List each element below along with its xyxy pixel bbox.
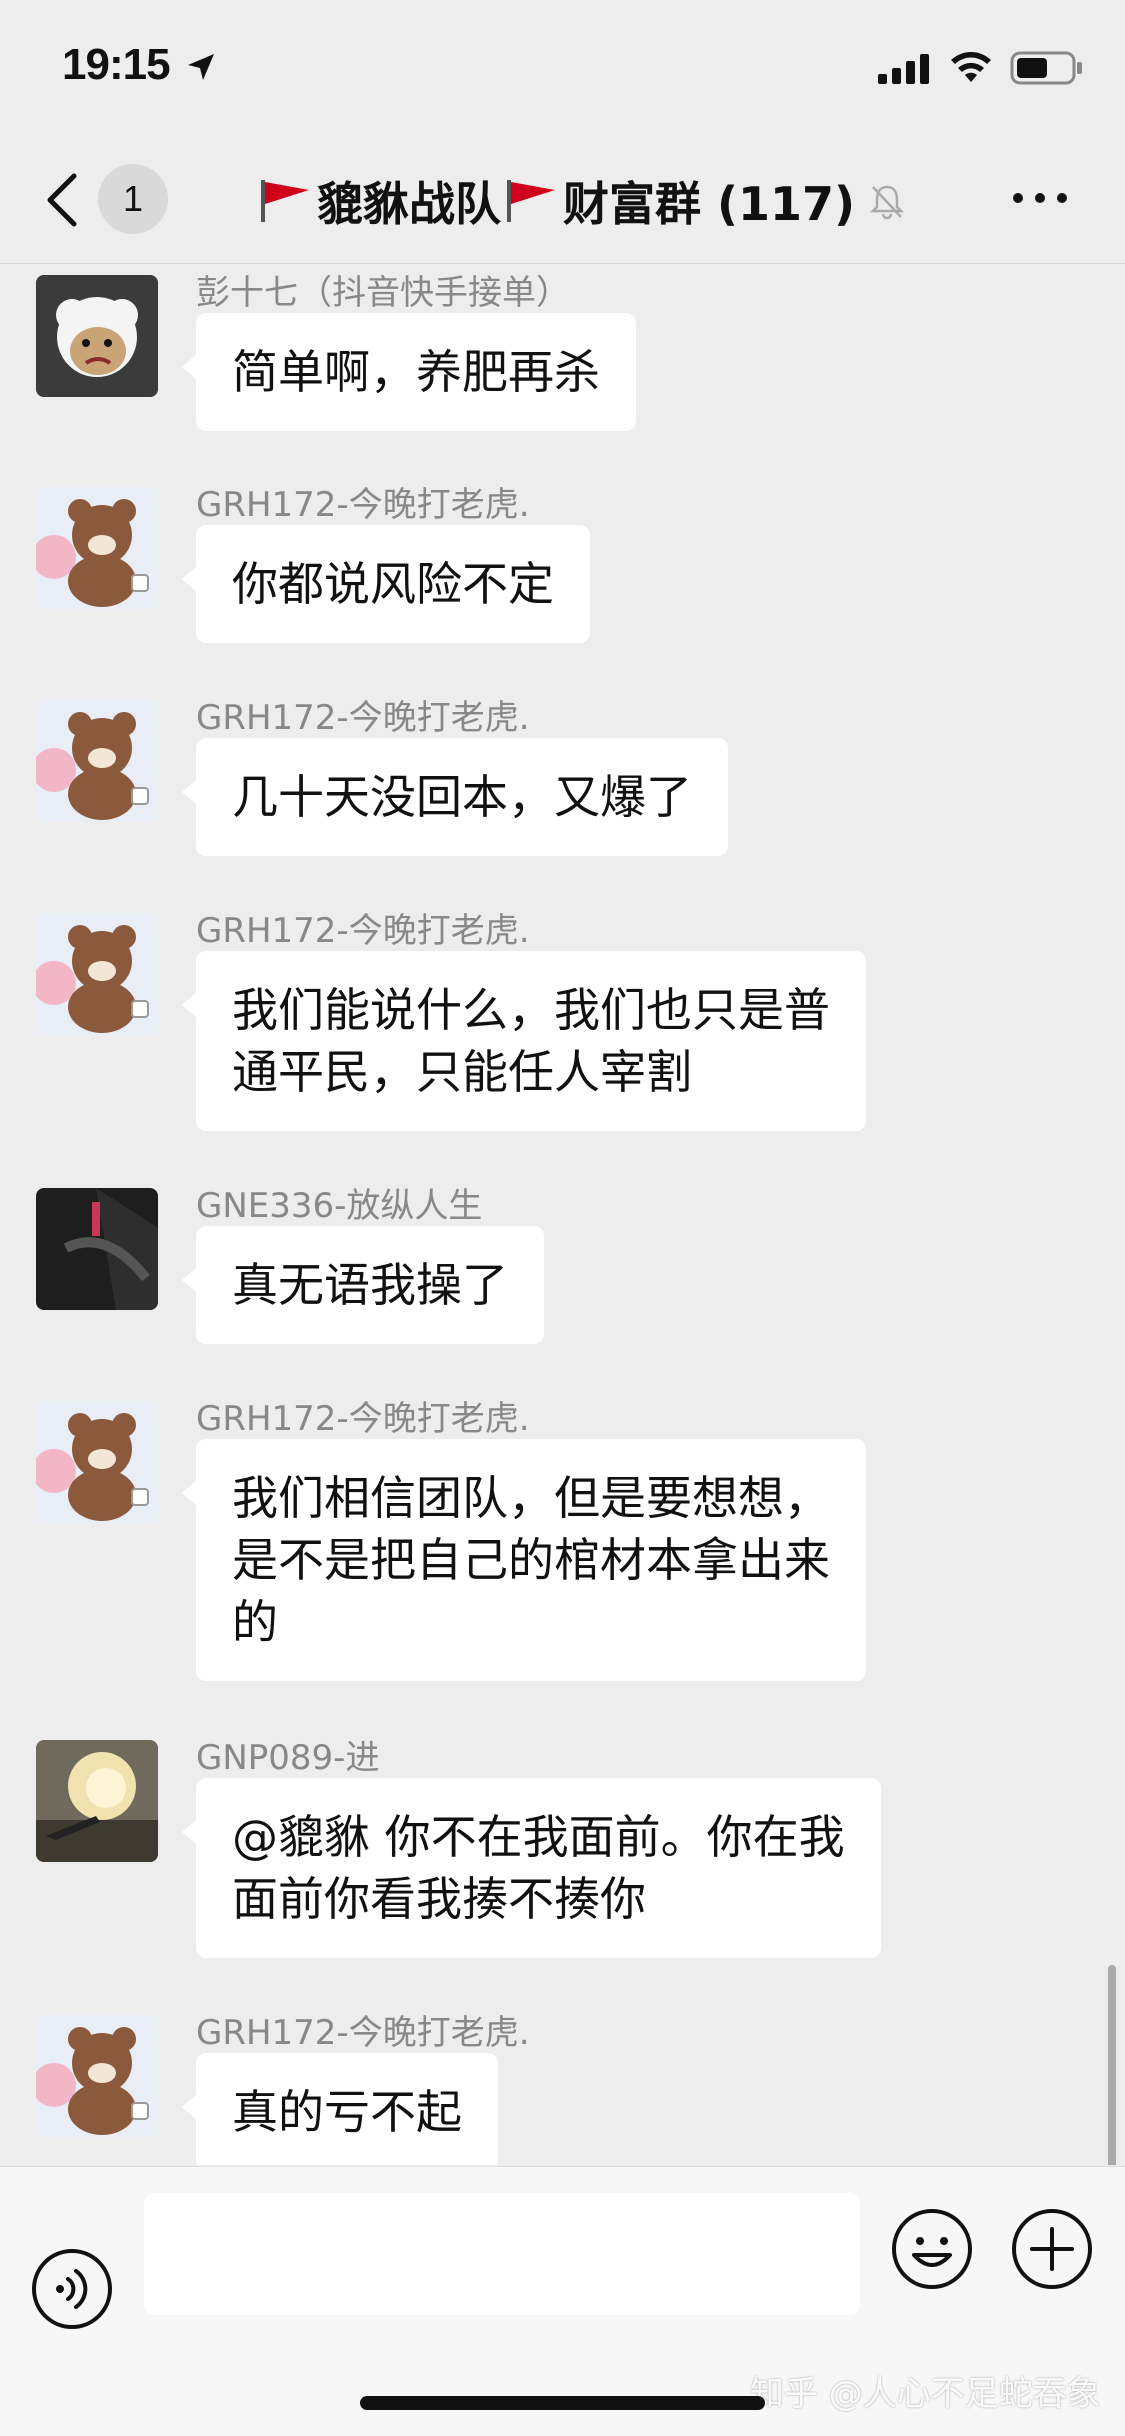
message-line: @貔貅 你不在我面前。你在我 (232, 1810, 845, 1864)
sender-name: GNP089-进 (196, 1738, 380, 1778)
bear-avatar[interactable] (36, 700, 158, 822)
message-line: 通平民，只能任人宰割 (232, 1045, 692, 1099)
cellular-signal-icon (878, 54, 929, 84)
sheep-avatar-icon (36, 275, 158, 397)
message-list[interactable]: 彭十七（抖音快手接单） 简单啊，养肥再杀 GRH172-今晚打老虎. 你都说风险… (0, 265, 1125, 2165)
chat-title-part2: 财富群 (117) (563, 177, 856, 231)
plus-icon[interactable] (1010, 2207, 1094, 2291)
message-bubble[interactable]: @貔貅 你不在我面前。你在我 面前你看我揍不揍你 (182, 1778, 881, 1958)
bear-avatar-icon (36, 1401, 158, 1523)
dark-photo-avatar-icon (36, 1188, 158, 1310)
voice-input-icon[interactable] (30, 2247, 114, 2331)
message-line: 面前你看我揍不揍你 (232, 1872, 646, 1926)
battery-icon (1010, 51, 1082, 85)
red-flag-icon (261, 180, 309, 222)
home-indicator[interactable] (360, 2396, 765, 2410)
bear-avatar[interactable] (36, 487, 158, 609)
message-line: 我们相信团队，但是要想想， (232, 1471, 830, 1525)
message-bubble[interactable]: 我们相信团队，但是要想想， 是不是把自己的棺材本拿出来 的 (182, 1439, 866, 1681)
back-chevron-icon[interactable] (44, 172, 80, 228)
bear-avatar-icon (36, 2015, 158, 2137)
bear-avatar[interactable] (36, 1401, 158, 1523)
wifi-icon (951, 52, 991, 82)
bear-avatar-icon (36, 700, 158, 822)
message-bubble[interactable]: 简单啊，养肥再杀 (182, 313, 636, 431)
message-bubble[interactable]: 真的亏不起 (182, 2053, 498, 2165)
sender-name: GRH172-今晚打老虎. (196, 1399, 530, 1439)
message-bubble[interactable]: 几十天没回本，又爆了 (182, 738, 728, 856)
sender-name: GRH172-今晚打老虎. (196, 2013, 530, 2053)
message-line: 真无语我操了 (232, 1258, 508, 1312)
explosion-photo-avatar[interactable] (36, 1740, 158, 1862)
scroll-indicator[interactable] (1108, 1965, 1116, 2165)
message-bubble[interactable]: 你都说风险不定 (182, 525, 590, 643)
message-line: 你都说风险不定 (232, 557, 554, 611)
sender-name: GRH172-今晚打老虎. (196, 911, 530, 951)
message-bubble[interactable]: 真无语我操了 (182, 1226, 544, 1344)
bear-avatar-icon (36, 487, 158, 609)
sender-name: GRH172-今晚打老虎. (196, 485, 530, 525)
dark-photo-avatar[interactable] (36, 1188, 158, 1310)
location-arrow-icon (188, 54, 214, 80)
bear-avatar[interactable] (36, 913, 158, 1035)
bear-avatar-icon (36, 913, 158, 1035)
sender-name: GRH172-今晚打老虎. (196, 698, 530, 738)
message-line: 真的亏不起 (232, 2085, 462, 2139)
chat-title-part1: 貔貅战队 (317, 177, 501, 231)
unread-count-badge[interactable]: 1 (98, 164, 168, 234)
explosion-photo-avatar-icon (36, 1740, 158, 1862)
message-bubble[interactable]: 我们能说什么，我们也只是普 通平民，只能任人宰割 (182, 951, 866, 1131)
message-line: 的 (232, 1595, 278, 1649)
message-line: 简单啊，养肥再杀 (232, 345, 600, 399)
message-input[interactable] (144, 2193, 860, 2315)
muted-bell-icon (870, 185, 905, 220)
sheep-avatar[interactable] (36, 275, 158, 397)
emoji-icon[interactable] (890, 2207, 974, 2291)
status-time: 19:15 (62, 40, 171, 89)
sender-name: 彭十七（抖音快手接单） (196, 273, 570, 313)
chat-header: 1 貔貅战队 财富群 (117) (0, 132, 1125, 264)
watermark: 知乎 @人心不足蛇吞象 (750, 2374, 1101, 2414)
more-options-icon[interactable] (1010, 186, 1070, 210)
message-line: 我们能说什么，我们也只是普 (232, 983, 830, 1037)
status-bar: 19:15 (0, 0, 1125, 132)
red-flag-icon (507, 180, 555, 222)
message-line: 几十天没回本，又爆了 (232, 770, 692, 824)
sender-name: GNE336-放纵人生 (196, 1186, 483, 1226)
bear-avatar[interactable] (36, 2015, 158, 2137)
chat-title[interactable]: 貔貅战队 财富群 (117) (255, 168, 907, 234)
message-line: 是不是把自己的棺材本拿出来 (232, 1533, 830, 1587)
